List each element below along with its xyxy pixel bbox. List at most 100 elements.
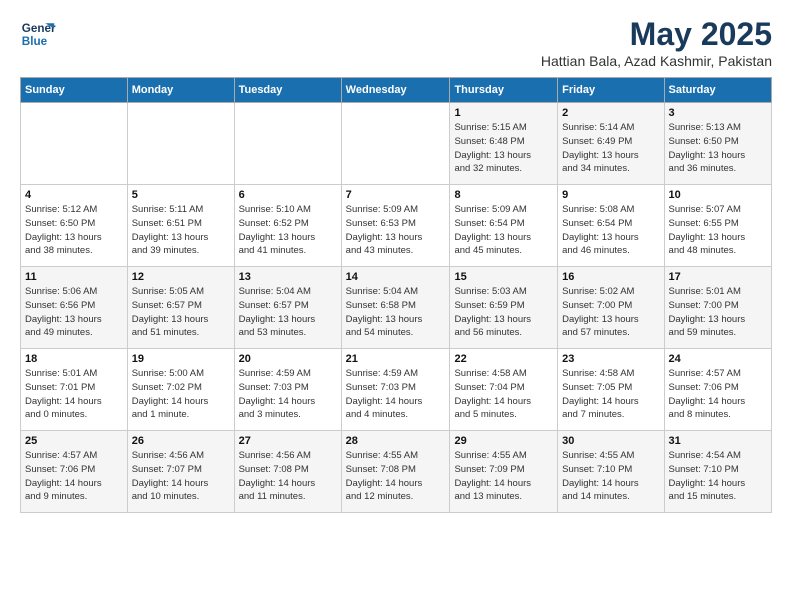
day-info: Sunrise: 4:54 AM Sunset: 7:10 PM Dayligh…: [669, 449, 767, 504]
day-number: 3: [669, 107, 767, 119]
logo: General Blue: [20, 16, 56, 52]
day-info: Sunrise: 5:03 AM Sunset: 6:59 PM Dayligh…: [454, 285, 553, 340]
header-tuesday: Tuesday: [234, 78, 341, 103]
day-info: Sunrise: 5:01 AM Sunset: 7:01 PM Dayligh…: [25, 367, 123, 422]
day-info: Sunrise: 4:59 AM Sunset: 7:03 PM Dayligh…: [239, 367, 337, 422]
day-number: 14: [346, 271, 446, 283]
cell-week4-day6: 24 Sunrise: 4:57 AM Sunset: 7:06 PM Dayli…: [664, 349, 771, 431]
cell-week2-day4: 8Sunrise: 5:09 AM Sunset: 6:54 PM Daylig…: [450, 185, 558, 267]
day-number: 20: [239, 353, 337, 365]
page-header: General Blue May 2025 Hattian Bala, Azad…: [20, 16, 772, 69]
page-subtitle: Hattian Bala, Azad Kashmir, Pakistan: [541, 53, 772, 69]
cell-week1-day2: [234, 103, 341, 185]
cell-week2-day1: 5 Sunrise: 5:11 AM Sunset: 6:51 PM Daylig…: [127, 185, 234, 267]
day-number: 28: [346, 435, 446, 447]
day-number: 25: [25, 435, 123, 447]
day-number: 17: [669, 271, 767, 283]
day-info: Sunrise: 5:08 AM Sunset: 6:54 PM Dayligh…: [562, 203, 659, 258]
day-info: Sunrise: 5:15 AM Sunset: 6:48 PM Dayligh…: [454, 121, 553, 176]
header-friday: Friday: [558, 78, 664, 103]
cell-week3-day4: 15 Sunrise: 5:03 AM Sunset: 6:59 PM Dayli…: [450, 267, 558, 349]
day-number: 7: [346, 189, 446, 201]
cell-week2-day0: 4Sunrise: 5:12 AM Sunset: 6:50 PM Daylig…: [21, 185, 128, 267]
cell-week3-day1: 12Sunrise: 5:05 AM Sunset: 6:57 PM Dayli…: [127, 267, 234, 349]
day-info: Sunrise: 5:10 AM Sunset: 6:52 PM Dayligh…: [239, 203, 337, 258]
cell-week4-day0: 18 Sunrise: 5:01 AM Sunset: 7:01 PM Dayli…: [21, 349, 128, 431]
day-number: 18: [25, 353, 123, 365]
cell-week3-day3: 14 Sunrise: 5:04 AM Sunset: 6:58 PM Dayli…: [341, 267, 450, 349]
cell-week3-day5: 16 Sunrise: 5:02 AM Sunset: 7:00 PM Dayli…: [558, 267, 664, 349]
day-info: Sunrise: 5:07 AM Sunset: 6:55 PM Dayligh…: [669, 203, 767, 258]
day-number: 21: [346, 353, 446, 365]
day-info: Sunrise: 4:55 AM Sunset: 7:10 PM Dayligh…: [562, 449, 659, 504]
cell-week4-day3: 21 Sunrise: 4:59 AM Sunset: 7:03 PM Dayli…: [341, 349, 450, 431]
day-info: Sunrise: 5:04 AM Sunset: 6:58 PM Dayligh…: [346, 285, 446, 340]
cell-week2-day6: 10 Sunrise: 5:07 AM Sunset: 6:55 PM Dayli…: [664, 185, 771, 267]
cell-week4-day1: 19Sunrise: 5:00 AM Sunset: 7:02 PM Dayli…: [127, 349, 234, 431]
day-number: 2: [562, 107, 659, 119]
cell-week5-day1: 26 Sunrise: 4:56 AM Sunset: 7:07 PM Dayli…: [127, 431, 234, 513]
header-thursday: Thursday: [450, 78, 558, 103]
day-info: Sunrise: 4:55 AM Sunset: 7:08 PM Dayligh…: [346, 449, 446, 504]
cell-week1-day5: 2 Sunrise: 5:14 AM Sunset: 6:49 PM Daylig…: [558, 103, 664, 185]
cell-week1-day3: [341, 103, 450, 185]
day-number: 29: [454, 435, 553, 447]
cell-week4-day2: 20 Sunrise: 4:59 AM Sunset: 7:03 PM Dayli…: [234, 349, 341, 431]
cell-week2-day2: 6 Sunrise: 5:10 AM Sunset: 6:52 PM Daylig…: [234, 185, 341, 267]
week-row-3: 11 Sunrise: 5:06 AM Sunset: 6:56 PM Dayli…: [21, 267, 772, 349]
day-number: 8: [454, 189, 553, 201]
day-number: 26: [132, 435, 230, 447]
day-number: 1: [454, 107, 553, 119]
day-info: Sunrise: 5:00 AM Sunset: 7:02 PM Dayligh…: [132, 367, 230, 422]
day-number: 24: [669, 353, 767, 365]
calendar-table: SundayMondayTuesdayWednesdayThursdayFrid…: [20, 77, 772, 513]
day-info: Sunrise: 5:09 AM Sunset: 6:53 PM Dayligh…: [346, 203, 446, 258]
day-info: Sunrise: 5:13 AM Sunset: 6:50 PM Dayligh…: [669, 121, 767, 176]
day-number: 12: [132, 271, 230, 283]
week-row-1: 1 Sunrise: 5:15 AM Sunset: 6:48 PM Daylig…: [21, 103, 772, 185]
cell-week5-day5: 30Sunrise: 4:55 AM Sunset: 7:10 PM Dayli…: [558, 431, 664, 513]
day-info: Sunrise: 4:58 AM Sunset: 7:04 PM Dayligh…: [454, 367, 553, 422]
header-wednesday: Wednesday: [341, 78, 450, 103]
day-number: 27: [239, 435, 337, 447]
day-number: 15: [454, 271, 553, 283]
header-monday: Monday: [127, 78, 234, 103]
day-number: 9: [562, 189, 659, 201]
day-info: Sunrise: 5:11 AM Sunset: 6:51 PM Dayligh…: [132, 203, 230, 258]
cell-week5-day4: 29 Sunrise: 4:55 AM Sunset: 7:09 PM Dayli…: [450, 431, 558, 513]
day-info: Sunrise: 4:56 AM Sunset: 7:07 PM Dayligh…: [132, 449, 230, 504]
day-number: 16: [562, 271, 659, 283]
day-info: Sunrise: 4:57 AM Sunset: 7:06 PM Dayligh…: [669, 367, 767, 422]
cell-week3-day2: 13Sunrise: 5:04 AM Sunset: 6:57 PM Dayli…: [234, 267, 341, 349]
day-number: 5: [132, 189, 230, 201]
day-number: 23: [562, 353, 659, 365]
cell-week1-day4: 1 Sunrise: 5:15 AM Sunset: 6:48 PM Daylig…: [450, 103, 558, 185]
cell-week2-day3: 7 Sunrise: 5:09 AM Sunset: 6:53 PM Daylig…: [341, 185, 450, 267]
cell-week3-day0: 11 Sunrise: 5:06 AM Sunset: 6:56 PM Dayli…: [21, 267, 128, 349]
day-info: Sunrise: 4:59 AM Sunset: 7:03 PM Dayligh…: [346, 367, 446, 422]
day-info: Sunrise: 5:02 AM Sunset: 7:00 PM Dayligh…: [562, 285, 659, 340]
day-number: 11: [25, 271, 123, 283]
day-number: 22: [454, 353, 553, 365]
day-number: 10: [669, 189, 767, 201]
title-block: May 2025 Hattian Bala, Azad Kashmir, Pak…: [541, 16, 772, 69]
cell-week5-day6: 31 Sunrise: 4:54 AM Sunset: 7:10 PM Dayli…: [664, 431, 771, 513]
day-info: Sunrise: 4:56 AM Sunset: 7:08 PM Dayligh…: [239, 449, 337, 504]
week-row-4: 18 Sunrise: 5:01 AM Sunset: 7:01 PM Dayli…: [21, 349, 772, 431]
day-number: 6: [239, 189, 337, 201]
cell-week1-day6: 3 Sunrise: 5:13 AM Sunset: 6:50 PM Daylig…: [664, 103, 771, 185]
day-info: Sunrise: 5:01 AM Sunset: 7:00 PM Dayligh…: [669, 285, 767, 340]
cell-week4-day5: 23Sunrise: 4:58 AM Sunset: 7:05 PM Dayli…: [558, 349, 664, 431]
week-row-5: 25Sunrise: 4:57 AM Sunset: 7:06 PM Dayli…: [21, 431, 772, 513]
svg-text:Blue: Blue: [22, 35, 48, 48]
cell-week2-day5: 9 Sunrise: 5:08 AM Sunset: 6:54 PM Daylig…: [558, 185, 664, 267]
cell-week5-day3: 28 Sunrise: 4:55 AM Sunset: 7:08 PM Dayli…: [341, 431, 450, 513]
logo-icon: General Blue: [20, 16, 56, 52]
day-number: 13: [239, 271, 337, 283]
day-info: Sunrise: 4:55 AM Sunset: 7:09 PM Dayligh…: [454, 449, 553, 504]
day-number: 31: [669, 435, 767, 447]
day-info: Sunrise: 5:06 AM Sunset: 6:56 PM Dayligh…: [25, 285, 123, 340]
cell-week1-day0: [21, 103, 128, 185]
day-info: Sunrise: 5:14 AM Sunset: 6:49 PM Dayligh…: [562, 121, 659, 176]
cell-week3-day6: 17 Sunrise: 5:01 AM Sunset: 7:00 PM Dayli…: [664, 267, 771, 349]
